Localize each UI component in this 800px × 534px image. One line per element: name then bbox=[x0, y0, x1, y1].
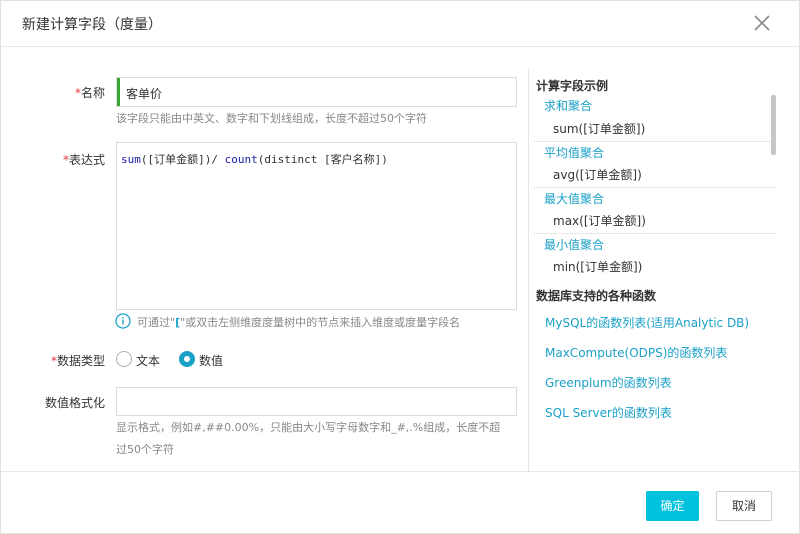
radio-numeric-label: 数值 bbox=[199, 354, 224, 368]
name-input[interactable]: 客单价 bbox=[116, 77, 517, 107]
example-name: 最大值聚合 bbox=[534, 187, 776, 210]
expr-text-1: ([订单金额])/ bbox=[140, 153, 225, 166]
sidebar-divider bbox=[528, 68, 529, 471]
info-icon bbox=[115, 313, 131, 329]
dialog-title: 新建计算字段（度量） bbox=[22, 17, 162, 33]
new-calculated-field-dialog: 新建计算字段（度量） *名称 客单价 该字段只能由中英文、数字和下划线组成，长度… bbox=[0, 0, 800, 534]
examples-title: 计算字段示例 bbox=[536, 79, 609, 93]
expression-label: *表达式 bbox=[62, 153, 105, 167]
expr-keyword-count: count bbox=[224, 153, 258, 166]
format-hint-line2: 过50个字符 bbox=[116, 443, 174, 456]
footer-divider bbox=[1, 471, 800, 472]
expr-keyword-sum: sum bbox=[121, 153, 141, 166]
focus-bar bbox=[117, 78, 120, 106]
format-hint-line1: 显示格式，例如#,##0.00%，只能由大小写字母数字和_#,.%组成，长度不超 bbox=[116, 421, 501, 434]
function-link-mysql[interactable]: MySQL的函数列表(适用Analytic DB) bbox=[545, 314, 749, 331]
example-code[interactable]: avg([订单金额]) bbox=[534, 164, 776, 187]
examples-scrollbar[interactable] bbox=[771, 95, 776, 155]
radio-text-label: 文本 bbox=[136, 354, 161, 368]
cancel-button[interactable]: 取消 bbox=[716, 491, 772, 521]
expression-editor[interactable]: sum([订单金额])/ count(distinct [客户名称]) bbox=[116, 142, 517, 310]
function-link-greenplum[interactable]: Greenplum的函数列表 bbox=[545, 374, 672, 391]
name-hint: 该字段只能由中英文、数字和下划线组成，长度不超过50个字符 bbox=[116, 112, 427, 125]
examples-list[interactable]: 求和聚合 sum([订单金额]) 平均值聚合 avg([订单金额]) 最大值聚合… bbox=[534, 95, 776, 279]
name-input-value: 客单价 bbox=[126, 87, 163, 101]
confirm-button[interactable]: 确定 bbox=[646, 491, 699, 521]
number-format-label: 数值格式化 bbox=[44, 396, 105, 410]
example-code[interactable]: sum([订单金额]) bbox=[534, 118, 776, 141]
radio-text[interactable] bbox=[116, 351, 132, 367]
function-link-sqlserver[interactable]: SQL Server的函数列表 bbox=[545, 404, 672, 421]
number-format-input[interactable] bbox=[116, 387, 517, 416]
functions-title: 数据库支持的各种函数 bbox=[536, 289, 657, 303]
example-code[interactable]: max([订单金额]) bbox=[534, 210, 776, 233]
example-name: 求和聚合 bbox=[544, 99, 593, 113]
function-link-maxcompute[interactable]: MaxCompute(ODPS)的函数列表 bbox=[545, 344, 727, 361]
expression-hint: 可通过"["或双击左侧维度度量树中的节点来插入维度或度量字段名 bbox=[137, 316, 461, 329]
example-name: 最小值聚合 bbox=[534, 233, 776, 256]
example-name: 平均值聚合 bbox=[534, 141, 776, 164]
radio-numeric[interactable] bbox=[179, 351, 195, 367]
dialog-header: 新建计算字段（度量） bbox=[1, 1, 800, 47]
example-code[interactable]: min([订单金额]) bbox=[534, 256, 776, 279]
name-label: *名称 bbox=[74, 86, 105, 100]
expr-text-2: (distinct [客户名称]) bbox=[257, 153, 388, 166]
close-icon[interactable] bbox=[753, 14, 771, 32]
data-type-label: *数据类型 bbox=[50, 354, 105, 368]
